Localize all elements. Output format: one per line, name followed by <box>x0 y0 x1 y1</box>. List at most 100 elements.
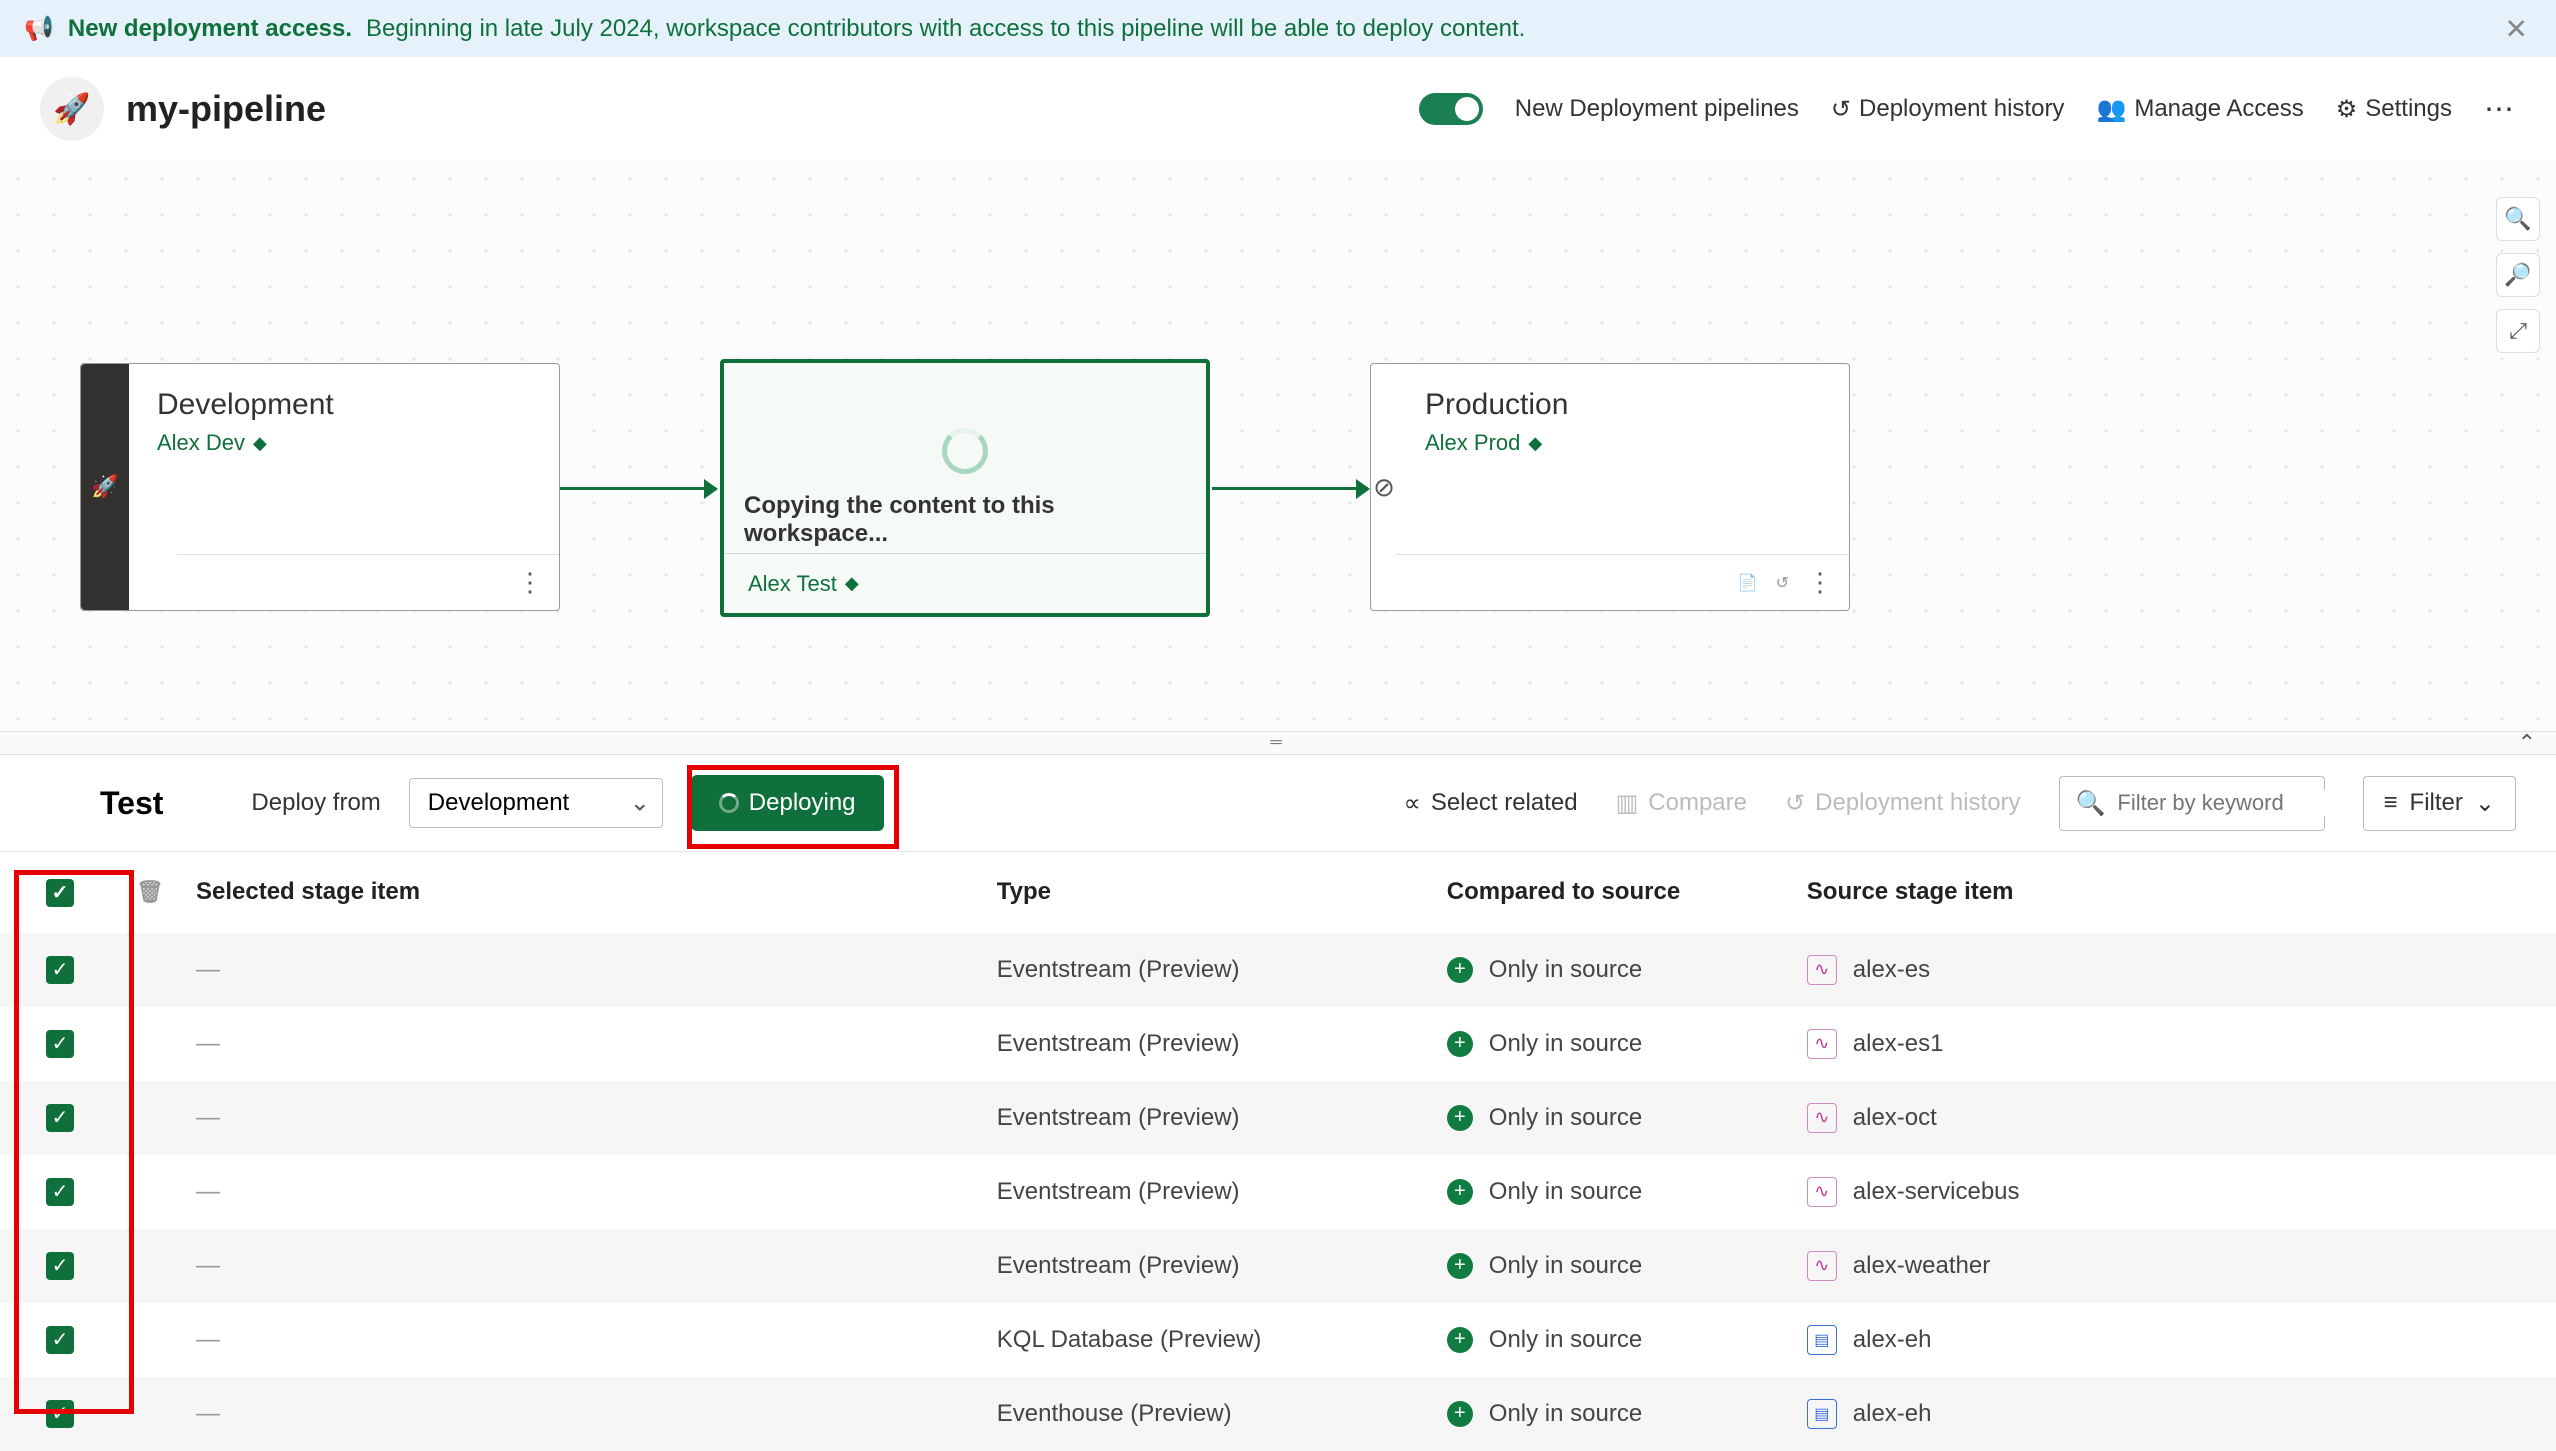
table-row[interactable]: ✓—Eventhouse (Preview)+Only in source▤al… <box>0 1377 2556 1451</box>
selected-item: — <box>196 1326 220 1353</box>
select-related-button[interactable]: ∝ Select related <box>1404 789 1578 818</box>
compare-status: Only in source <box>1489 1252 1642 1280</box>
table-row[interactable]: ✓—Eventstream (Preview)+Only in source∿a… <box>0 1155 2556 1229</box>
filter-input[interactable]: 🔍 <box>2059 776 2325 831</box>
plus-icon: + <box>1447 1179 1473 1205</box>
toggle-label: New Deployment pipelines <box>1515 95 1799 123</box>
chevron-down-icon: ⌄ <box>630 789 650 818</box>
row-checkbox[interactable]: ✓ <box>46 956 74 984</box>
pipeline-canvas[interactable]: 🔍 🔎 ⤢ 🚀 Development Alex Dev ◆ ⋮ Copying… <box>0 161 2556 731</box>
plus-icon: + <box>1447 1401 1473 1427</box>
workspace-dev-label: Alex Dev <box>157 430 245 456</box>
banner-title: New deployment access. <box>68 15 352 43</box>
filter-icon: ≡ <box>2384 789 2398 817</box>
deploy-button[interactable]: Deploying <box>691 775 884 831</box>
item-type-icon: ∿ <box>1807 955 1837 985</box>
compare-status: Only in source <box>1489 1400 1642 1428</box>
row-checkbox[interactable]: ✓ <box>46 1178 74 1206</box>
row-checkbox[interactable]: ✓ <box>46 1400 74 1428</box>
megaphone-icon: 📢 <box>24 14 54 43</box>
expand-icon[interactable]: ⌃ <box>2518 730 2540 756</box>
table-row[interactable]: ✓—Eventstream (Preview)+Only in source∿a… <box>0 933 2556 1007</box>
deployment-history-label: Deployment history <box>1859 95 2064 123</box>
table-row[interactable]: ✓—Eventstream (Preview)+Only in source∿a… <box>0 1229 2556 1303</box>
stage-workspace-link[interactable]: Alex Dev ◆ <box>157 430 531 456</box>
table-row[interactable]: ✓—Eventstream (Preview)+Only in source∿a… <box>0 1007 2556 1081</box>
stage-test[interactable]: Copying the content to this workspace...… <box>720 359 1210 617</box>
item-type-icon: ▤ <box>1807 1399 1837 1429</box>
compare-status: Only in source <box>1489 1104 1642 1132</box>
column-type[interactable]: Type <box>981 852 1431 933</box>
row-checkbox[interactable]: ✓ <box>46 1326 74 1354</box>
more-menu[interactable]: ⋯ <box>2484 92 2516 127</box>
connector-arrow <box>560 487 716 490</box>
source-item-name: alex-eh <box>1853 1400 1932 1428</box>
stage-title: Development <box>157 388 531 422</box>
table-row[interactable]: ✓—Eventstream (Preview)+Only in source∿a… <box>0 1081 2556 1155</box>
disabled-icon: ⊘ <box>1371 364 1397 610</box>
item-type-icon: ▤ <box>1807 1325 1837 1355</box>
select-all-checkbox[interactable]: ✓ <box>46 879 74 907</box>
source-item-name: alex-es <box>1853 956 1930 984</box>
row-checkbox[interactable]: ✓ <box>46 1030 74 1058</box>
zoom-fit-button[interactable]: ⤢ <box>2496 309 2540 353</box>
item-type: Eventhouse (Preview) <box>981 1377 1431 1451</box>
zoom-out-button[interactable]: 🔎 <box>2496 253 2540 297</box>
selected-item: — <box>196 1104 220 1131</box>
stage-more-menu[interactable]: ⋮ <box>517 567 543 598</box>
deploy-source-select[interactable]: Development ⌄ <box>409 778 663 828</box>
new-pipelines-toggle[interactable] <box>1419 93 1483 125</box>
stage-more-menu[interactable]: ⋮ <box>1807 567 1833 598</box>
compare-status: Only in source <box>1489 956 1642 984</box>
item-type: Eventstream (Preview) <box>981 1229 1431 1303</box>
premium-icon: ◆ <box>845 573 859 594</box>
row-checkbox[interactable]: ✓ <box>46 1104 74 1132</box>
stage-production[interactable]: ⊘ Production Alex Prod ◆ 📄 ↺ ⋮ <box>1370 363 1850 611</box>
deploy-from-label: Deploy from <box>251 789 380 817</box>
plus-icon: + <box>1447 1031 1473 1057</box>
page-header: 🚀 my-pipeline New Deployment pipelines ↺… <box>0 57 2556 161</box>
rocket-icon: 🚀 <box>81 364 129 610</box>
trash-icon[interactable]: 🗑 <box>136 879 164 904</box>
connector-arrow <box>1212 487 1368 490</box>
close-icon[interactable]: ✕ <box>2505 12 2528 45</box>
column-compared[interactable]: Compared to source <box>1431 852 1791 933</box>
workspace-prod-label: Alex Prod <box>1425 430 1520 456</box>
table-row[interactable]: ✓—KQL Database (Preview)+Only in source▤… <box>0 1303 2556 1377</box>
compare-label: Compare <box>1648 789 1747 817</box>
selected-item: — <box>196 1252 220 1279</box>
item-type: Eventstream (Preview) <box>981 1007 1431 1081</box>
panel-resizer[interactable]: ═ ⌃ <box>0 731 2556 755</box>
settings-link[interactable]: ⚙ Settings <box>2336 95 2452 124</box>
compare-status: Only in source <box>1489 1178 1642 1206</box>
column-selected[interactable]: Selected stage item <box>180 852 981 933</box>
compare-button: ▥ Compare <box>1616 789 1747 818</box>
manage-access-link[interactable]: 👥 Manage Access <box>2096 95 2303 124</box>
zoom-in-button[interactable]: 🔍 <box>2496 197 2540 241</box>
deployment-history-button: ↺ Deployment history <box>1785 789 2021 818</box>
source-item-name: alex-es1 <box>1853 1030 1944 1058</box>
stage-toolbar: Test Deploy from Development ⌄ Deploying… <box>0 755 2556 852</box>
history-icon: ↺ <box>1831 95 1851 124</box>
spinner-icon <box>942 428 988 474</box>
row-checkbox[interactable]: ✓ <box>46 1252 74 1280</box>
history-icon[interactable]: ↺ <box>1776 573 1789 593</box>
column-source[interactable]: Source stage item <box>1791 852 2556 933</box>
premium-icon: ◆ <box>1528 433 1542 454</box>
select-related-label: Select related <box>1431 789 1578 817</box>
settings-label: Settings <box>2365 95 2452 123</box>
gear-icon: ⚙ <box>2336 95 2358 124</box>
pipeline-icon: 🚀 <box>40 77 104 141</box>
item-type-icon: ∿ <box>1807 1251 1837 1281</box>
filter-button[interactable]: ≡ Filter ⌄ <box>2363 776 2516 831</box>
deployment-history-link[interactable]: ↺ Deployment history <box>1831 95 2065 124</box>
assign-icon[interactable]: 📄 <box>1738 573 1758 593</box>
announcement-banner: 📢 New deployment access. Beginning in la… <box>0 0 2556 57</box>
chevron-down-icon: ⌄ <box>2475 789 2495 818</box>
selected-item: — <box>196 956 220 983</box>
history-icon: ↺ <box>1785 789 1805 818</box>
compare-status: Only in source <box>1489 1030 1642 1058</box>
stage-workspace-link[interactable]: Alex Prod ◆ <box>1425 430 1821 456</box>
stage-development[interactable]: 🚀 Development Alex Dev ◆ ⋮ <box>80 363 560 611</box>
stage-workspace-link[interactable]: Alex Test ◆ <box>748 571 859 597</box>
